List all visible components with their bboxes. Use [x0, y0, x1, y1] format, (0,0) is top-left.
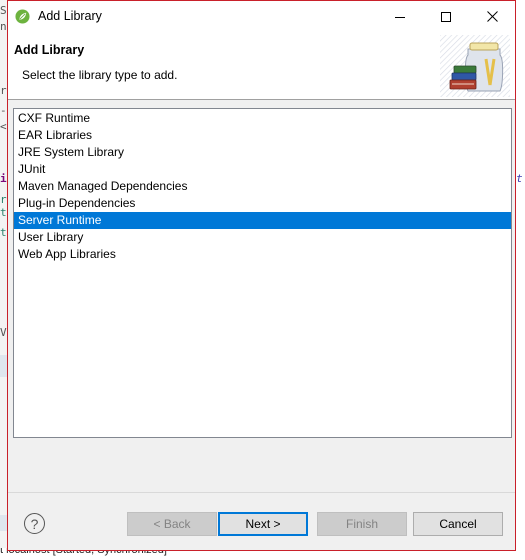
background-fragment: i	[0, 172, 7, 185]
background-fragment: t	[516, 172, 523, 185]
library-jar-books-icon	[440, 35, 510, 97]
maximize-icon	[441, 11, 451, 22]
list-item-server-runtime[interactable]: Server Runtime	[14, 212, 511, 229]
wizard-title: Add Library	[14, 43, 85, 57]
header-separator	[8, 99, 515, 100]
background-editor-edge-right: t	[516, 0, 525, 560]
next-button[interactable]: Next >	[218, 512, 308, 536]
spring-leaf-icon	[15, 9, 30, 24]
cancel-button[interactable]: Cancel	[413, 512, 503, 536]
list-item-plug-in-dependencies[interactable]: Plug-in Dependencies	[14, 195, 511, 212]
background-fragment: V	[0, 326, 7, 339]
background-fragment: t	[0, 226, 7, 239]
minimize-button[interactable]	[377, 1, 423, 32]
list-item-junit[interactable]: JUnit	[14, 161, 511, 178]
library-type-list[interactable]: CXF Runtime EAR Libraries JRE System Lib…	[13, 108, 512, 438]
list-item-ear-libraries[interactable]: EAR Libraries	[14, 127, 511, 144]
list-item-jre-system-library[interactable]: JRE System Library	[14, 144, 511, 161]
footer-separator	[8, 492, 515, 493]
back-button[interactable]: < Back	[127, 512, 217, 536]
list-item-cxf-runtime[interactable]: CXF Runtime	[14, 110, 511, 127]
background-fragment: <	[0, 120, 7, 133]
list-item-maven-managed-dependencies[interactable]: Maven Managed Dependencies	[14, 178, 511, 195]
list-item-web-app-libraries[interactable]: Web App Libraries	[14, 246, 511, 263]
add-library-dialog: Add Library Add Library Select the libra…	[7, 0, 516, 551]
background-fragment: n	[0, 20, 7, 33]
close-icon	[486, 11, 498, 22]
background-fragment: r	[0, 84, 7, 97]
window-title: Add Library	[38, 9, 102, 23]
background-fragment: -	[0, 104, 7, 117]
background-fragment: S	[0, 4, 7, 17]
close-button[interactable]	[469, 1, 515, 32]
maximize-button[interactable]	[423, 1, 469, 32]
background-fragment: r	[0, 193, 7, 206]
wizard-header: Add Library Select the library type to a…	[8, 32, 515, 99]
finish-button[interactable]: Finish	[317, 512, 407, 536]
wizard-description: Select the library type to add.	[22, 68, 178, 82]
help-icon: ?	[30, 515, 39, 532]
list-item-user-library[interactable]: User Library	[14, 229, 511, 246]
minimize-icon	[395, 16, 405, 18]
help-button[interactable]: ?	[24, 513, 45, 534]
background-fragment: t	[0, 206, 7, 219]
title-bar[interactable]: Add Library	[8, 1, 515, 32]
